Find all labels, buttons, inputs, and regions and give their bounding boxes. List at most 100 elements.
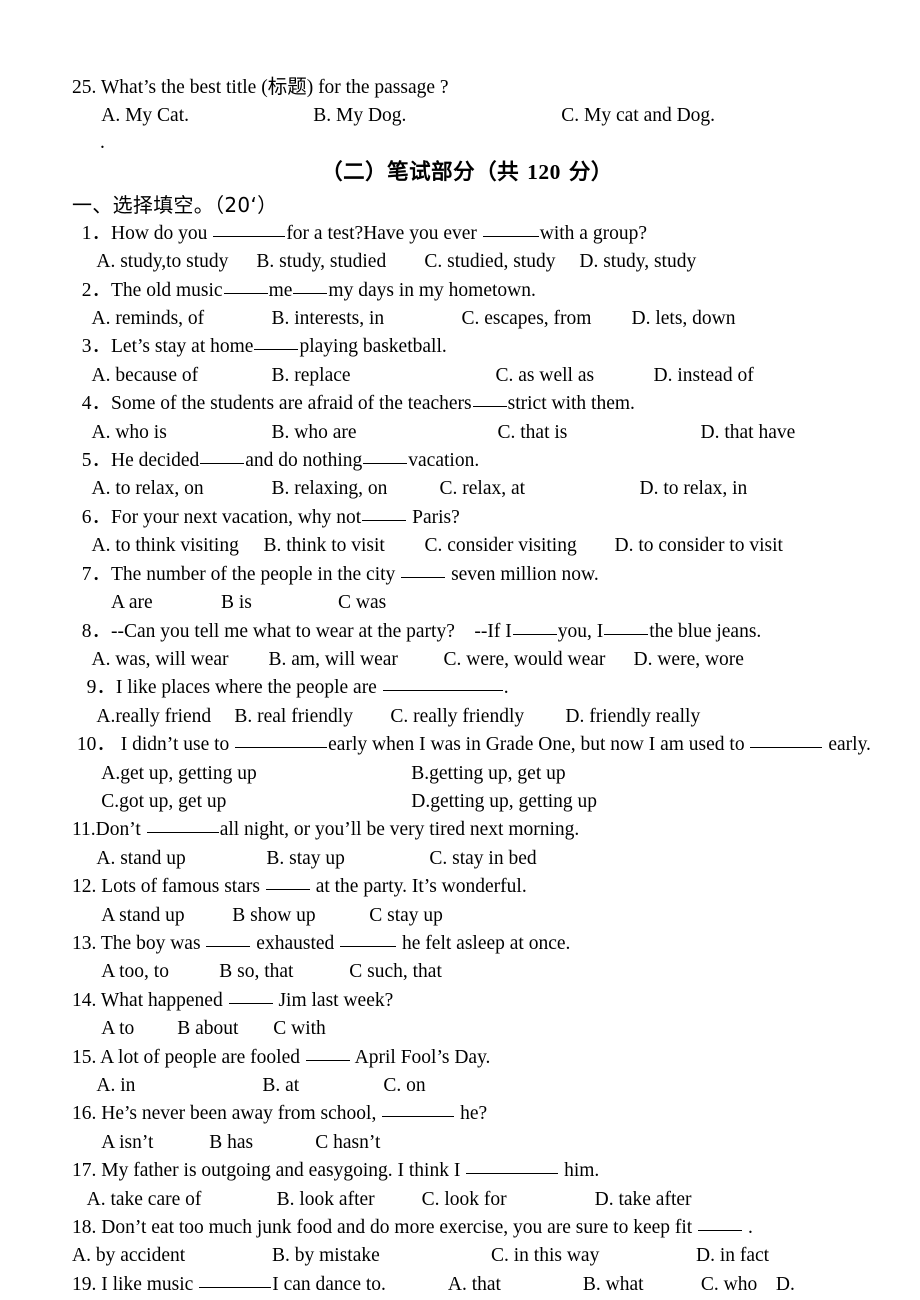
blank[interactable] [750, 733, 823, 749]
question-10-stem: 10． I didn’t use to early when I was in … [72, 731, 871, 759]
blank[interactable] [466, 1159, 559, 1175]
blank[interactable] [305, 1046, 350, 1061]
blank[interactable] [512, 620, 557, 635]
blank[interactable] [223, 279, 268, 294]
option-a: A stand up [101, 904, 185, 926]
question-5-number: 5． [81, 450, 112, 472]
question-25-options: A. My Cat. B. My Dog. C. My cat and Dog. [72, 102, 862, 130]
option-b: B. replace [271, 364, 351, 386]
question-6-number: 6． [81, 506, 112, 528]
question-2-text-a: The old music [111, 279, 223, 301]
blank[interactable] [199, 1273, 272, 1288]
option-d: D. were, wore [633, 648, 744, 670]
question-5-options: A. to relax, on B. relaxing, on C. relax, … [72, 475, 862, 503]
exam-sheet: 25. What’s the best title (标题) for the p… [72, 74, 871, 1299]
question-15-text-b: April Fool’s Day. [350, 1046, 491, 1068]
blank[interactable] [146, 818, 219, 834]
question-13-options: A too, to B so, that C such, that [72, 958, 862, 986]
option-b: B. look after [276, 1188, 375, 1210]
blank[interactable] [472, 392, 507, 408]
option-d: D. [775, 1273, 795, 1295]
blank[interactable] [293, 279, 328, 294]
question-2-options: A. reminds, of B. interests, in C. escapes… [72, 305, 862, 333]
blank[interactable] [698, 1216, 743, 1232]
question-17-text-a: My father is outgoing and easygoing. I t… [96, 1160, 466, 1182]
question-3-options: A. because of B. replace C. as well as D. i… [72, 362, 862, 390]
option-c: C with [273, 1018, 326, 1040]
option-c: C was [338, 592, 387, 614]
option-a: A. take care of [86, 1188, 202, 1210]
option-b: B show up [232, 904, 316, 926]
question-1-stem: 1．How do you for a test?Have you ever wi… [72, 220, 862, 248]
question-15-number: 15. [72, 1046, 97, 1068]
question-10-options-row2: C.got up, get up D.getting up, getting up [72, 788, 862, 816]
option-d: D. take after [594, 1188, 692, 1210]
blank[interactable] [382, 1102, 455, 1118]
question-16-options: A isn’t B has C hasn’t [72, 1129, 862, 1157]
question-9-number: 9． [86, 677, 116, 699]
option-c: C. that is [497, 421, 568, 443]
option-c: C. on [383, 1075, 426, 1096]
question-14-text-b: Jim last week? [273, 989, 394, 1011]
blank[interactable] [340, 932, 397, 947]
question-14-stem: 14. What happened Jim last week? [72, 987, 862, 1015]
blank[interactable] [254, 335, 299, 351]
option-a: A. stand up [96, 847, 186, 869]
question-13-text-a: The boy was [96, 932, 206, 954]
option-b: B. study, studied [256, 251, 387, 273]
option-c: C.got up, get up [101, 790, 227, 812]
question-6-stem: 6．For your next vacation, why not Paris? [72, 504, 862, 532]
blank[interactable] [382, 676, 503, 692]
question-12-text-b: at the party. It’s wonderful. [310, 876, 527, 898]
question-8-text-c: the blue jeans. [649, 620, 762, 642]
question-7-stem: 7．The number of the people in the city s… [72, 561, 862, 589]
question-8-text-b: you, I [557, 620, 604, 642]
blank[interactable] [235, 733, 328, 749]
question-8-stem: 8．--Can you tell me what to wear at the … [72, 618, 862, 646]
option-a: A too, to [101, 961, 169, 983]
blank[interactable] [401, 563, 446, 578]
question-8-number: 8． [81, 620, 112, 642]
question-11-options: A. stand up B. stay up C. stay in bed [72, 845, 862, 873]
blank[interactable] [213, 222, 286, 237]
question-12-options: A stand up B show up C stay up [72, 902, 862, 930]
question-17-options: A. take care of B. look after C. look for D… [72, 1186, 862, 1214]
option-b: B. who are [271, 421, 357, 443]
question-6-text-a: For your next vacation, why not [111, 506, 362, 528]
question-11-number: 11. [72, 819, 96, 841]
question-12-text-a: Lots of famous stars [96, 876, 265, 898]
option-b: B. stay up [266, 847, 345, 869]
option-b: B. at [262, 1075, 300, 1096]
option-b: B. think to visit [263, 535, 385, 557]
option-a: A.get up, getting up [101, 762, 257, 784]
question-15-stem: 15. A lot of people are fooled April Foo… [72, 1044, 862, 1072]
option-b: B. am, will wear [268, 648, 398, 670]
question-4-options: A. who is B. who are C. that is D. that hav… [72, 419, 862, 447]
question-5-stem: 5．He decided and do nothing vacation. [72, 447, 862, 475]
blank[interactable] [200, 449, 245, 465]
blank[interactable] [206, 932, 251, 947]
question-25-stem: 25. What’s the best title (标题) for the p… [72, 74, 862, 102]
blank[interactable] [482, 222, 539, 237]
question-17-number: 17. [72, 1160, 97, 1182]
option-d: D. study, study [579, 251, 697, 273]
blank[interactable] [228, 989, 273, 1004]
question-19-number: 19. [72, 1273, 97, 1295]
question-17-stem: 17. My father is outgoing and easygoing.… [72, 1157, 862, 1185]
question-8-options: A. was, will wear B. am, will wear C. were… [72, 646, 862, 674]
option-a: A. in [96, 1075, 136, 1096]
question-3-stem: 3．Let’s stay at home playing basketball. [72, 333, 862, 361]
part-title-text: （二）笔试部分 [321, 159, 476, 185]
option-c: C. consider visiting [424, 535, 577, 557]
question-18-text-a: Don’t eat too much junk food and do more… [96, 1217, 698, 1239]
blank[interactable] [604, 620, 649, 635]
option-a: A. that [447, 1273, 501, 1295]
blank[interactable] [265, 875, 310, 891]
exam-page: 25. What’s the best title (标题) for the p… [0, 0, 920, 1300]
option-b: B.getting up, get up [411, 762, 566, 784]
option-c: C. were, would wear [443, 648, 606, 670]
question-18-stem: 18. Don’t eat too much junk food and do … [72, 1214, 862, 1242]
blank[interactable] [362, 506, 407, 521]
blank[interactable] [363, 449, 408, 465]
question-7-options: A are B is C was [72, 589, 862, 617]
